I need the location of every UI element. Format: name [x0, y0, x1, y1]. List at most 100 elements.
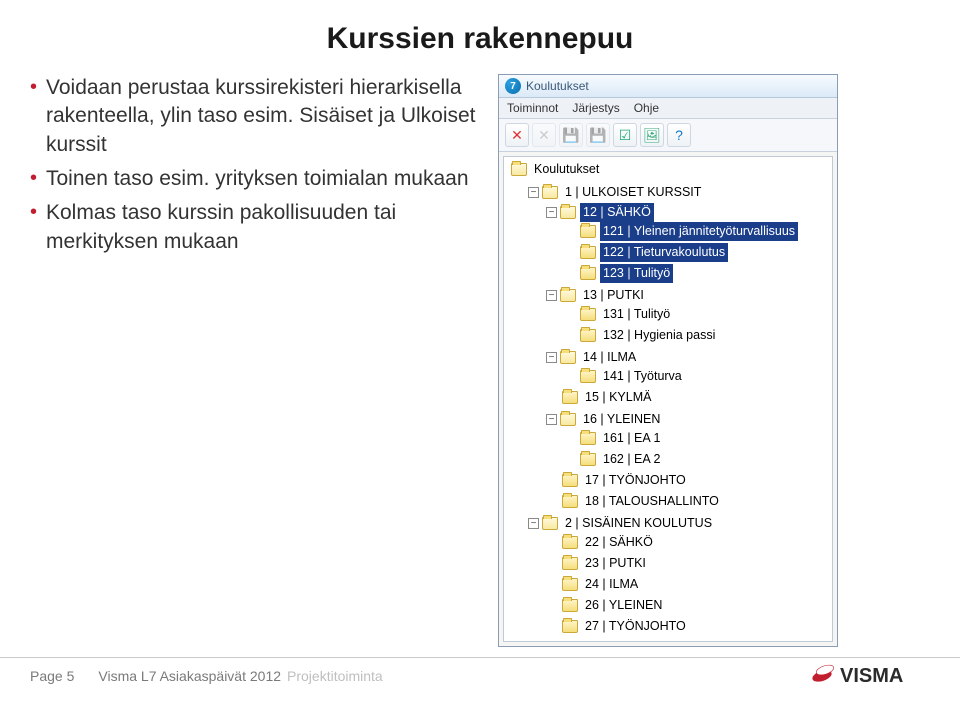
tree-toggle[interactable]: − [528, 187, 539, 198]
tree-toggle-empty [564, 371, 577, 382]
tree-node[interactable]: 161 | EA 1 [564, 429, 830, 450]
options-icon[interactable]: ☑ [613, 123, 637, 147]
tree-panel: Koulutukset−1 | ULKOISET KURSSIT−12 | SÄ… [503, 156, 833, 642]
folder-icon [580, 453, 596, 466]
tree-toggle-empty [546, 537, 559, 548]
app-toolbar: ✕✕💾💾☑🖼? [499, 119, 837, 152]
tree-node[interactable]: 24 | ILMA [546, 575, 830, 596]
tree-node[interactable]: 121 | Yleinen jännitetyöturvallisuus [564, 222, 830, 243]
delete-icon: ✕ [532, 123, 556, 147]
tree-toggle[interactable]: − [546, 207, 557, 218]
tree-node-label[interactable]: 2 | SISÄINEN KOULUTUS [562, 514, 715, 533]
tree-node-label[interactable]: 16 | YLEINEN [580, 410, 663, 429]
menu-item[interactable]: Ohje [634, 101, 659, 115]
tree-node[interactable]: 26 | YLEINEN [546, 596, 830, 617]
tree-node-label[interactable]: 23 | PUTKI [582, 554, 649, 573]
bullet-list: Voidaan perustaa kurssirekisteri hierark… [30, 74, 498, 647]
tree-toggle-empty [546, 392, 559, 403]
app-title: Koulutukset [526, 79, 589, 93]
save-copy-icon: 💾 [586, 123, 610, 147]
tree-node[interactable]: 132 | Hygienia passi [564, 326, 830, 347]
tree-node-label[interactable]: 141 | Työturva [600, 367, 685, 386]
tree-toggle-empty [546, 475, 559, 486]
tree-node[interactable]: − 14 | ILMA141 | Työturva [546, 347, 830, 388]
tree-node[interactable]: − 12 | SÄHKÖ121 | Yleinen jännitetyöturva… [546, 202, 830, 285]
app-screenshot: 7 Koulutukset ToiminnotJärjestysOhje ✕✕💾… [498, 74, 930, 647]
bullet-item: Toinen taso esim. yrityksen toimialan mu… [30, 165, 498, 193]
tree-node-label[interactable]: 17 | TYÖNJOHTO [582, 471, 689, 490]
tree-root-node[interactable]: Koulutukset−1 | ULKOISET KURSSIT−12 | SÄ… [510, 160, 830, 638]
tree-node[interactable]: 17 | TYÖNJOHTO [546, 471, 830, 492]
folder-icon [580, 329, 596, 342]
app-window: 7 Koulutukset ToiminnotJärjestysOhje ✕✕💾… [498, 74, 838, 647]
tree-toggle-empty [564, 268, 577, 279]
tree-node-label[interactable]: 162 | EA 2 [600, 450, 663, 469]
menu-item[interactable]: Toiminnot [507, 101, 558, 115]
tree-node-label[interactable]: 18 | TALOUSHALLINTO [582, 492, 722, 511]
folder-icon [511, 163, 527, 176]
tree-node[interactable]: − 13 | PUTKI131 | Tulityö 132 | Hygienia p… [546, 285, 830, 347]
folder-icon [562, 536, 578, 549]
tree-node-label[interactable]: 1 | ULKOISET KURSSIT [562, 183, 704, 202]
tree-node[interactable]: 141 | Työturva [564, 367, 830, 388]
tree-toggle[interactable]: − [528, 518, 539, 529]
tree-node-label[interactable]: 131 | Tulityö [600, 305, 673, 324]
folder-icon [580, 432, 596, 445]
folder-icon [562, 557, 578, 570]
tree-toggle[interactable]: − [546, 290, 557, 301]
tree-toggle-empty [564, 309, 577, 320]
tree-node[interactable]: 131 | Tulityö [564, 305, 830, 326]
folder-icon [542, 517, 558, 530]
tree-node[interactable]: 162 | EA 2 [564, 450, 830, 471]
folder-icon [580, 370, 596, 383]
folder-icon [562, 599, 578, 612]
tree-node[interactable]: − 16 | YLEINEN161 | EA 1 162 | EA 2 [546, 409, 830, 471]
image-icon[interactable]: 🖼 [640, 123, 664, 147]
tree-node-label[interactable]: 121 | Yleinen jännitetyöturvallisuus [600, 222, 798, 241]
folder-icon [562, 391, 578, 404]
tree-toggle[interactable]: − [546, 414, 557, 425]
tree-node-label[interactable]: 15 | KYLMÄ [582, 388, 654, 407]
folder-icon [580, 246, 596, 259]
tree-node-label[interactable]: 24 | ILMA [582, 575, 641, 594]
tree-node[interactable]: 15 | KYLMÄ [546, 388, 830, 409]
tree-node[interactable]: 23 | PUTKI [546, 554, 830, 575]
tree-toggle-empty [546, 621, 559, 632]
app-menubar: Toiminnot Järjestys Ohje [499, 98, 837, 119]
tree-node-label[interactable]: 13 | PUTKI [580, 286, 647, 305]
tree-node-label[interactable]: 22 | SÄHKÖ [582, 533, 656, 552]
tree-toggle-empty [564, 247, 577, 258]
tree-node[interactable]: 122 | Tieturvakoulutus [564, 243, 830, 264]
folder-icon [562, 495, 578, 508]
tree-node[interactable]: 22 | SÄHKÖ [546, 533, 830, 554]
tree-node-label[interactable]: 12 | SÄHKÖ [580, 203, 654, 222]
tree-toggle[interactable]: − [546, 352, 557, 363]
menu-item[interactable]: Järjestys [572, 101, 619, 115]
folder-icon [560, 413, 576, 426]
tree-toggle-empty [546, 579, 559, 590]
folder-icon [580, 267, 596, 280]
tree-toggle-empty [564, 226, 577, 237]
tree-node-label[interactable]: 132 | Hygienia passi [600, 326, 718, 345]
tree-node-label[interactable]: 27 | TYÖNJOHTO [582, 617, 689, 636]
tree-node-label[interactable]: 123 | Tulityö [600, 264, 673, 283]
tree-node[interactable]: 18 | TALOUSHALLINTO [546, 492, 830, 513]
slide-title: Kurssien rakennepuu [0, 22, 960, 56]
tree-node-label[interactable]: 14 | ILMA [580, 348, 639, 367]
tree-node-label[interactable]: 122 | Tieturvakoulutus [600, 243, 728, 262]
folder-icon [562, 578, 578, 591]
tree-toggle-empty [546, 558, 559, 569]
tree-node-label[interactable]: 161 | EA 1 [600, 429, 663, 448]
folder-icon [562, 474, 578, 487]
tree-node-label[interactable]: 26 | YLEINEN [582, 596, 665, 615]
tree-node[interactable]: − 2 | SISÄINEN KOULUTUS22 | SÄHKÖ 23 | PUT… [528, 513, 830, 638]
tree-toggle-empty [546, 496, 559, 507]
tree-node[interactable]: −1 | ULKOISET KURSSIT−12 | SÄHKÖ121 | Yl… [528, 182, 830, 513]
tree-node-label[interactable]: Koulutukset [531, 160, 602, 179]
folder-icon [542, 186, 558, 199]
new-icon[interactable]: ✕ [505, 123, 529, 147]
tree-node[interactable]: 27 | TYÖNJOHTO [546, 617, 830, 638]
tree-node[interactable]: 123 | Tulityö [564, 264, 830, 285]
help-icon[interactable]: ? [667, 123, 691, 147]
page-number: Page 5 [30, 668, 74, 684]
